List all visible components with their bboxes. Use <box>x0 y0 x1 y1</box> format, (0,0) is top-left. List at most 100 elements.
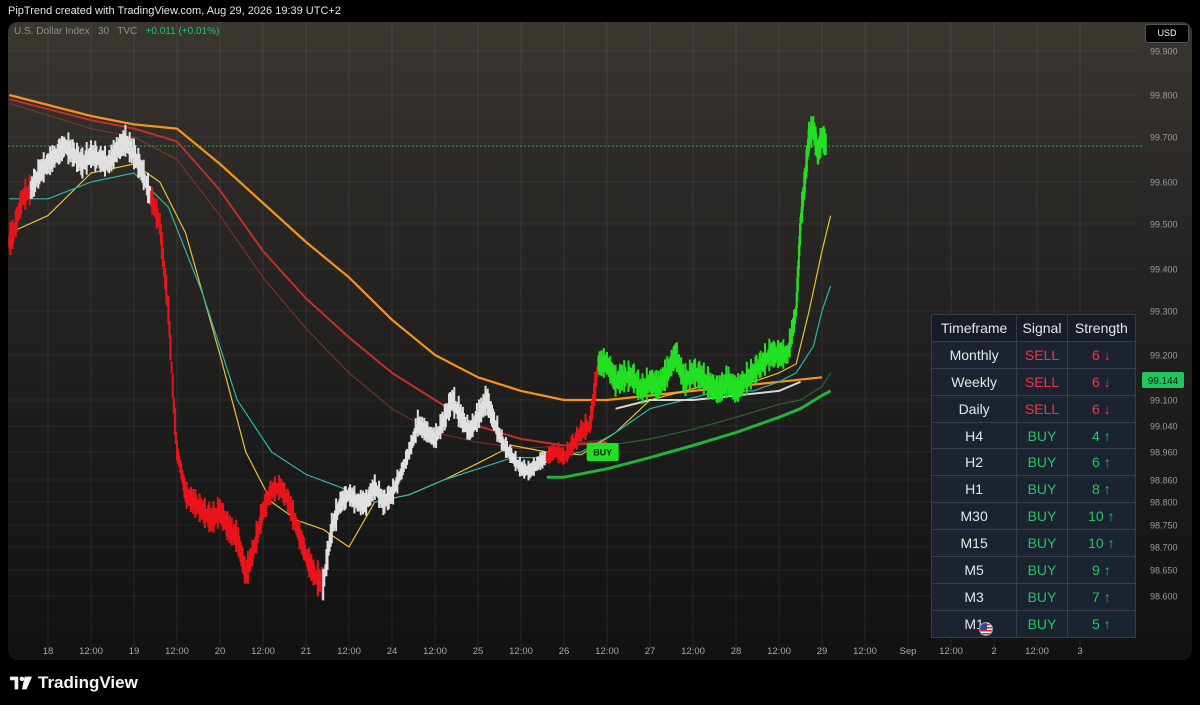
price-change: +0.011 (+0.01%) <box>145 26 220 37</box>
y-tick-label: 98.650 <box>1150 566 1178 576</box>
x-tick-label: 25 <box>473 646 484 657</box>
y-tick-label: 99.800 <box>1150 91 1178 101</box>
x-tick-label: 12:00 <box>337 646 361 657</box>
x-tick-label: 12:00 <box>509 646 533 657</box>
interval: 30 <box>97 26 110 37</box>
timeframe-cell: M5 <box>930 556 1018 584</box>
timeframe-cell: M30 <box>930 502 1018 531</box>
x-tick-label: Sep <box>900 646 917 657</box>
y-tick-label: 98.860 <box>1150 476 1178 486</box>
x-tick-label: 12:00 <box>767 646 791 657</box>
timeframe-cell: H2 <box>930 448 1018 477</box>
y-tick-label: 99.100 <box>1150 396 1178 406</box>
strength-cell: 10 ↑ <box>1066 529 1137 558</box>
table-row: H1 BUY 8 ↑ <box>930 475 1137 504</box>
signal-cell: BUY <box>1016 475 1068 504</box>
x-tick-label: 29 <box>817 646 828 657</box>
x-tick-label: 2 <box>991 646 996 657</box>
x-tick-label: 3 <box>1077 646 1082 657</box>
signal-cell: BUY <box>1016 421 1068 450</box>
table-row: H4 BUY 4 ↑ <box>930 421 1137 450</box>
signal-cell: BUY <box>1016 609 1068 638</box>
x-tick-label: 27 <box>645 646 656 657</box>
source: TVC <box>117 26 138 37</box>
table-row: M30 BUY 10 ↑ <box>930 502 1137 531</box>
strength-cell: 6 ↓ <box>1066 340 1137 369</box>
strength-cell: 6 ↑ <box>1066 448 1137 477</box>
timeframe-cell: H4 <box>930 421 1018 450</box>
timeframe-cell: M3 <box>930 582 1018 611</box>
signal-cell: SELL <box>1016 367 1068 396</box>
y-tick-label: 99.200 <box>1150 351 1178 361</box>
y-tick-label: 98.750 <box>1150 521 1178 531</box>
y-tick-label: 99.500 <box>1150 220 1178 230</box>
timeframe-cell: Weekly <box>930 367 1018 396</box>
x-tick-label: 12:00 <box>79 646 103 657</box>
y-tick-label: 99.900 <box>1150 47 1178 57</box>
y-tick-label: 98.700 <box>1150 543 1178 553</box>
strength-cell: 7 ↑ <box>1066 582 1137 611</box>
x-tick-label: 18 <box>43 646 54 657</box>
currency-button[interactable]: USD <box>1145 24 1189 43</box>
y-tick-label: 99.600 <box>1150 178 1178 188</box>
x-tick-label: 12:00 <box>1025 646 1049 657</box>
tradingview-logo[interactable]: TradingView <box>10 672 138 694</box>
table-row: M1 BUY 5 ↑ <box>930 609 1137 638</box>
signal-cell: SELL <box>1016 340 1068 369</box>
y-tick-label: 98.960 <box>1150 448 1178 458</box>
timeframe-cell: M1 <box>930 609 1018 638</box>
y-tick-label: 99.400 <box>1150 265 1178 275</box>
symbol-name: U.S. Dollar Index <box>14 26 90 37</box>
y-tick-label: 99.300 <box>1150 307 1178 317</box>
y-tick-label: 99.700 <box>1150 133 1178 143</box>
table-row: M15 BUY 10 ↑ <box>930 529 1137 558</box>
signal-cell: BUY <box>1016 448 1068 477</box>
table-header-row: Timeframe Signal Strength <box>930 314 1137 342</box>
strength-cell: 6 ↓ <box>1066 367 1137 396</box>
table-row: Daily SELL 6 ↓ <box>930 394 1137 423</box>
x-tick-label: 26 <box>559 646 570 657</box>
tradingview-logo-icon <box>10 676 32 690</box>
x-tick-label: 24 <box>387 646 398 657</box>
strength-cell: 5 ↑ <box>1066 609 1137 638</box>
signal-cell: BUY <box>1016 529 1068 558</box>
x-tick-label: 12:00 <box>853 646 877 657</box>
x-tick-label: 12:00 <box>423 646 447 657</box>
signal-table: Timeframe Signal Strength Monthly SELL 6 ↓… <box>930 314 1137 638</box>
signal-cell: BUY <box>1016 556 1068 584</box>
table-header: Signal <box>1016 314 1068 342</box>
timeframe-cell: H1 <box>930 475 1018 504</box>
x-tick-label: 19 <box>129 646 140 657</box>
y-tick-label: 99.040 <box>1150 422 1178 432</box>
signal-cell: BUY <box>1016 502 1068 531</box>
x-tick-label: 12:00 <box>681 646 705 657</box>
watermark-header: PipTrend created with TradingView.com, A… <box>0 0 1200 24</box>
strength-cell: 8 ↑ <box>1066 475 1137 504</box>
x-tick-label: 28 <box>731 646 742 657</box>
strength-cell: 9 ↑ <box>1066 556 1137 584</box>
last-price-label: 99.144 <box>1148 376 1179 387</box>
table-header: Timeframe <box>930 314 1018 342</box>
timeframe-cell: Daily <box>930 394 1018 423</box>
strength-cell: 4 ↑ <box>1066 421 1137 450</box>
us-flag-icon <box>979 622 993 636</box>
timeframe-cell: Monthly <box>930 340 1018 369</box>
signal-cell: BUY <box>1016 582 1068 611</box>
x-tick-label: 20 <box>215 646 226 657</box>
table-row: Weekly SELL 6 ↓ <box>930 367 1137 396</box>
x-tick-label: 12:00 <box>939 646 963 657</box>
table-row: M5 BUY 9 ↑ <box>930 556 1137 584</box>
x-tick-label: 12:00 <box>251 646 275 657</box>
timeframe-cell: M15 <box>930 529 1018 558</box>
strength-cell: 10 ↑ <box>1066 502 1137 531</box>
y-tick-label: 98.800 <box>1150 498 1178 508</box>
brand-name: TradingView <box>38 673 138 692</box>
x-tick-label: 12:00 <box>165 646 189 657</box>
ema-line-ema-green <box>546 389 832 479</box>
symbol-legend: U.S. Dollar Index 30 TVC +0.011 (+0.01%) <box>14 26 219 37</box>
x-tick-label: 12:00 <box>595 646 619 657</box>
table-row: Monthly SELL 6 ↓ <box>930 340 1137 369</box>
table-row: H2 BUY 6 ↑ <box>930 448 1137 477</box>
buy-signal-label: BUY <box>593 448 612 458</box>
table-header: Strength <box>1066 314 1137 342</box>
